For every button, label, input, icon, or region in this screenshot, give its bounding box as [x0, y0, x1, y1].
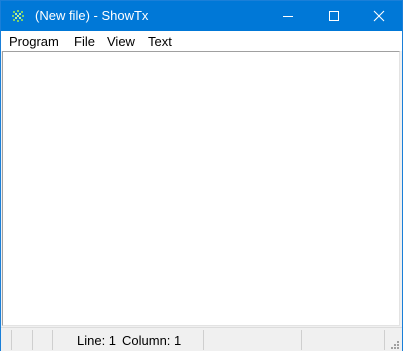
showtx-app-icon [11, 9, 25, 23]
close-icon [373, 10, 385, 22]
status-separator [203, 330, 204, 350]
menu-bar: Program File View Text [1, 31, 402, 51]
minimize-icon [283, 16, 293, 17]
status-line: Line: 1 [77, 333, 117, 348]
menu-view[interactable]: View [107, 34, 135, 49]
resize-grip-icon[interactable] [388, 337, 400, 349]
status-column: Column: 1 [122, 333, 182, 348]
maximize-button[interactable] [311, 1, 357, 31]
menu-text[interactable]: Text [148, 34, 172, 49]
status-separator [11, 330, 12, 350]
status-separator [301, 330, 302, 350]
close-button[interactable] [356, 1, 402, 31]
menu-program[interactable]: Program [9, 34, 59, 49]
status-separator [52, 330, 53, 350]
text-editor-area[interactable] [2, 51, 400, 326]
title-bar[interactable]: (New file) - ShowTx [1, 1, 402, 31]
window-title: (New file) - ShowTx [35, 8, 149, 23]
maximize-icon [329, 11, 339, 21]
status-separator [384, 330, 385, 350]
app-window: (New file) - ShowTx Program File View Te… [0, 0, 403, 351]
status-bar: Line: 1 Column: 1 [1, 327, 402, 351]
minimize-button[interactable] [265, 1, 311, 31]
status-separator [32, 330, 33, 350]
menu-file[interactable]: File [74, 34, 95, 49]
